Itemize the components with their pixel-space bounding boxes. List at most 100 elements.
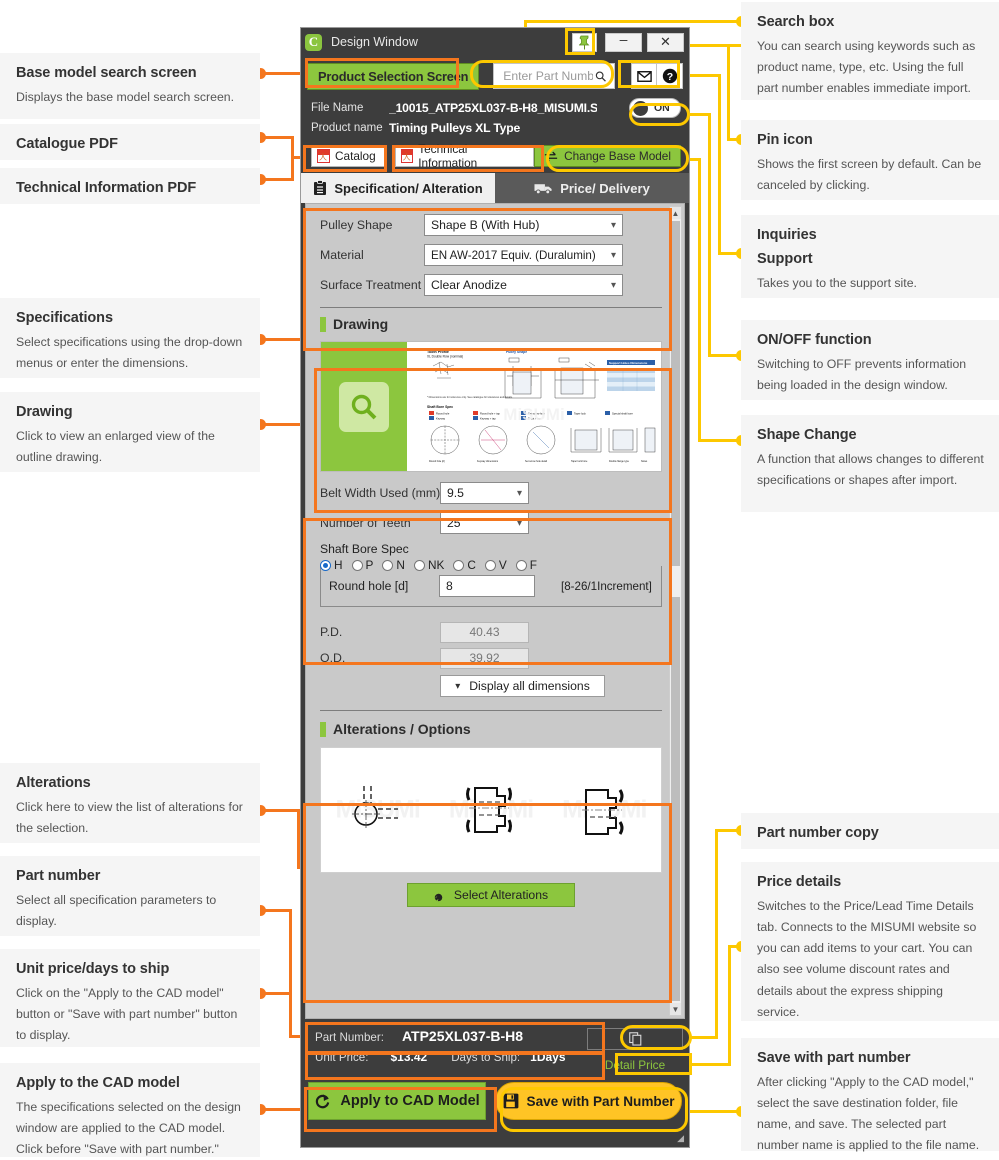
title-bar: C Design Window – ✕ <box>301 28 689 56</box>
note-title: Search box <box>757 14 835 30</box>
radio-F[interactable] <box>515 559 527 571</box>
save-label: Save with Part Number <box>526 1093 675 1109</box>
callout-line-left-2c <box>262 178 294 181</box>
material-select[interactable]: EN AW-2017 Equiv. (Duralumin) ▾ <box>424 244 623 266</box>
file-info: File Name _10015_ATP25XL037-B-H8_MISUMI.… <box>301 96 689 138</box>
svg-text:Round hole + tap: Round hole + tap <box>480 411 500 415</box>
window-controls: – ✕ <box>572 32 689 52</box>
design-window: C Design Window – ✕ Product Selection Sc… <box>300 27 690 1148</box>
tab-specification-alteration[interactable]: Specification/ Alteration <box>301 173 495 203</box>
note-base-model-search: Base model search screen Displays the ba… <box>0 53 260 119</box>
round-hole-input[interactable]: 8 <box>439 575 535 597</box>
radio-P[interactable] <box>351 559 363 571</box>
inquiries-mail-button[interactable] <box>631 63 657 89</box>
technical-information-pdf-button[interactable]: Technical Information <box>394 142 535 170</box>
support-help-button[interactable]: ? <box>657 63 683 89</box>
scroll-up-arrow[interactable]: ▲ <box>670 207 681 219</box>
swap-arrows-icon <box>544 151 558 161</box>
note-inquiries-support: Inquiries Support Takes you to the suppo… <box>741 215 999 298</box>
select-alterations-label: Select Alterations <box>453 888 549 902</box>
product-name-label: Product name <box>311 122 383 134</box>
alteration-thumb-profile-icon <box>465 787 512 833</box>
catalog-pdf-button[interactable]: Catalog <box>311 145 385 167</box>
readout-pd: P.D. 40.43 <box>320 619 662 645</box>
callout-line-right-onoff-v <box>708 113 711 356</box>
tab-price-delivery[interactable]: Price/ Delivery <box>495 173 689 203</box>
note-title: Specifications <box>16 310 113 326</box>
svg-text:Round hole [d]: Round hole [d] <box>429 460 445 463</box>
note-body: After clicking "Apply to the CAD model,"… <box>757 1075 980 1153</box>
scrollbar-track[interactable] <box>670 219 681 1003</box>
round-hole-fieldset: Round hole [d] 8 [8-26/1Increment] <box>320 566 662 607</box>
display-all-dimensions-button[interactable]: ▾ Display all dimensions <box>440 675 605 697</box>
product-name-value: Timing Pulleys XL Type <box>389 121 521 135</box>
pd-value: 40.43 <box>440 621 529 643</box>
note-drawing: Drawing Click to view an enlarged view o… <box>0 392 260 472</box>
note-specifications: Specifications Select specifications usi… <box>0 298 260 378</box>
surface-treatment-select[interactable]: Clear Anodize ▾ <box>424 274 623 296</box>
note-title: Alterations <box>16 775 91 791</box>
alteration-thumb-keyway-icon <box>351 786 398 828</box>
drawing-preview[interactable]: Tooth Profile XL Double Row (nominal) Pu… <box>320 341 662 472</box>
part-number-copy-button[interactable] <box>587 1028 683 1050</box>
note-title: Inquiries <box>757 227 817 243</box>
field-label: Belt Width Used (mm) <box>320 486 440 500</box>
on-off-toggle[interactable]: ON <box>629 98 681 118</box>
note-pin-icon: Pin icon Shows the first screen by defau… <box>741 120 999 200</box>
callout-line-right-copy-h2 <box>690 1036 718 1039</box>
select-value: 25 <box>447 516 461 530</box>
radio-H[interactable] <box>320 559 331 571</box>
select-value: 9.5 <box>447 486 464 500</box>
clipboard-icon <box>314 180 327 195</box>
field-pulley-shape: Pulley Shape Shape B (With Hub) ▾ <box>320 210 662 240</box>
section-title: Drawing <box>333 316 389 332</box>
tab-label: Specification/ Alteration <box>334 180 483 196</box>
toggle-knob <box>633 100 648 116</box>
pin-icon[interactable] <box>572 32 597 52</box>
chevron-down-icon: ▾ <box>455 680 461 692</box>
search-box[interactable] <box>493 63 615 89</box>
note-title: Technical Information PDF <box>16 180 197 196</box>
radio-V[interactable] <box>484 559 496 571</box>
apply-to-cad-model-button[interactable]: Apply to CAD Model <box>308 1082 487 1120</box>
close-button[interactable]: ✕ <box>647 32 684 52</box>
radio-N[interactable] <box>382 559 394 571</box>
panel-content: Pulley Shape Shape B (With Hub) ▾ Materi… <box>306 204 684 907</box>
resize-grip[interactable]: ◢ <box>677 1133 685 1144</box>
note-body: Switching to OFF prevents information be… <box>757 357 967 393</box>
save-with-part-number-button[interactable]: Save with Part Number <box>495 1082 682 1120</box>
note-body: Click here to view the list of alteratio… <box>16 800 243 836</box>
technical-drawing-svg: Tooth Profile XL Double Row (nominal) Pu… <box>409 342 659 471</box>
panel-scrollbar[interactable]: ▲ ▼ <box>669 206 682 1016</box>
note-body: A function that allows changes to differ… <box>757 452 984 488</box>
select-alterations-button[interactable]: Select Alterations <box>407 883 575 907</box>
pin-glyph <box>579 35 590 49</box>
scrollbar-thumb-upper[interactable] <box>671 221 680 566</box>
note-title: Shape Change <box>757 427 857 443</box>
minimize-button[interactable]: – <box>605 32 642 52</box>
search-input[interactable] <box>501 68 596 84</box>
price-ship-row: Unit Price: $13.42 Days to Ship: 1Days <box>315 1050 580 1072</box>
scrollbar-thumb-lower[interactable] <box>671 597 680 1001</box>
belt-width-select[interactable]: 9.5 ▾ <box>440 482 529 504</box>
drawing-zoom-panel[interactable] <box>321 342 407 471</box>
note-title: Part number <box>16 868 101 884</box>
action-buttons: Apply to CAD Model Save with Part Number <box>308 1082 682 1120</box>
callout-line-right-save-h <box>686 1110 741 1113</box>
pulley-shape-select[interactable]: Shape B (With Hub) ▾ <box>424 214 623 236</box>
svg-text:Keyway + tap: Keyway + tap <box>480 416 496 420</box>
radio-C[interactable] <box>453 559 465 571</box>
catalog-label: Catalog <box>335 149 376 163</box>
product-selection-screen-button[interactable]: Product Selection Screen <box>307 62 480 90</box>
round-hole-range-hint: [8-26/1Increment] <box>561 579 652 593</box>
summary-bar: Part Number: ATP25XL037-B-H8 Unit Price:… <box>307 1025 683 1075</box>
number-of-teeth-select[interactable]: 25 ▾ <box>440 512 529 534</box>
change-base-model-button[interactable]: Change Base Model <box>534 145 681 167</box>
note-price-details: Price details Switches to the Price/Lead… <box>741 862 999 1021</box>
note-title: Part number copy <box>757 825 879 841</box>
scroll-down-arrow[interactable]: ▼ <box>670 1003 681 1015</box>
chevron-down-icon: ▾ <box>516 487 522 499</box>
radio-NK[interactable] <box>413 559 425 571</box>
detail-price-link[interactable]: Detail Price <box>587 1055 683 1075</box>
shaft-bore-spec-label: Shaft Bore Spec <box>320 542 409 556</box>
